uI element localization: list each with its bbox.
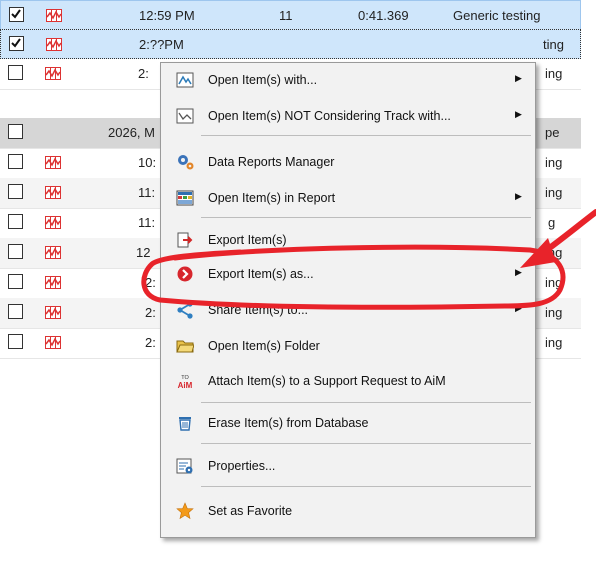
menu-item-label: Set as Favorite (208, 504, 293, 518)
menu-item-open-folder[interactable]: Open Item(s) Folder (161, 333, 535, 359)
row-checkbox[interactable] (8, 274, 23, 289)
menu-item-set-favorite[interactable]: Set as Favorite (161, 498, 535, 524)
cell-championship-fragment: ing (545, 305, 563, 320)
session-icon (46, 38, 62, 51)
menu-item-export-as[interactable]: Export Item(s) as... ▶ (161, 261, 535, 287)
session-icon (45, 156, 61, 169)
cell-time: 2: (145, 305, 156, 320)
cell-time: 11: (138, 185, 156, 200)
cell-time: 2: (145, 275, 156, 290)
menu-separator (201, 217, 531, 218)
folder-icon (176, 340, 194, 353)
menu-item-label: Open Item(s) Folder (208, 339, 320, 353)
row-checkbox[interactable] (9, 7, 24, 22)
row-checkbox[interactable] (8, 124, 23, 139)
session-icon (45, 186, 61, 199)
menu-item-label: Open Item(s) NOT Considering Track with.… (208, 109, 451, 123)
session-icon (45, 276, 61, 289)
report-icon (176, 190, 194, 206)
menu-item-label: Open Item(s) with... (208, 73, 318, 87)
cell-championship-fragment: g (548, 215, 556, 230)
submenu-arrow-icon: ▶ (515, 303, 522, 313)
cell-championship-fragment: pe (545, 125, 560, 140)
submenu-arrow-icon: ▶ (515, 191, 522, 201)
cell-championship-fragment: ting (543, 37, 564, 52)
menu-item-label: Export Item(s) (208, 233, 287, 247)
menu-item-label: Properties... (208, 459, 276, 473)
menu-item-properties[interactable]: Properties... (161, 453, 535, 479)
row-checkbox[interactable] (9, 36, 24, 51)
cell-championship-fragment: ing (545, 275, 563, 290)
menu-item-label: Share Item(s) to... (208, 303, 309, 317)
properties-icon (176, 458, 193, 474)
export-as-icon (177, 266, 193, 282)
submenu-arrow-icon: ▶ (515, 109, 522, 119)
session-icon (46, 9, 62, 22)
cell-time: 2: (145, 335, 156, 350)
cell-time: 12 (136, 245, 151, 260)
menu-item-share[interactable]: Share Item(s) to... ▶ (161, 297, 535, 323)
row-checkbox[interactable] (8, 304, 23, 319)
menu-item-label: Export Item(s) as... (208, 267, 314, 281)
context-menu: Open Item(s) with... ▶ Open Item(s) NOT … (160, 62, 536, 538)
cell-championship-fragment: ing (545, 335, 563, 350)
row-checkbox[interactable] (8, 214, 23, 229)
gears-icon (178, 155, 194, 170)
share-icon (177, 301, 193, 319)
cell-laps: 11 (279, 8, 293, 23)
session-icon (45, 67, 61, 80)
cell-championship-fragment: ing (545, 155, 563, 170)
cell-championship-fragment: ing (545, 66, 563, 81)
menu-item-export[interactable]: Export Item(s) (161, 227, 535, 253)
cell-time: 11: (138, 215, 156, 230)
menu-item-label: Attach Item(s) to a Support Request to A… (208, 374, 446, 388)
aim-icon: TO AiM (178, 375, 193, 390)
row-checkbox[interactable] (8, 154, 23, 169)
menu-item-erase[interactable]: Erase Item(s) from Database (161, 410, 535, 436)
menu-item-open-with[interactable]: Open Item(s) with... ▶ (161, 67, 535, 93)
session-icon (45, 216, 61, 229)
menu-item-open-not-considering-track[interactable]: Open Item(s) NOT Considering Track with.… (161, 103, 535, 129)
row-checkbox[interactable] (8, 65, 23, 80)
session-icon (45, 246, 61, 259)
row-checkbox[interactable] (8, 184, 23, 199)
group-date: 2026, M (108, 125, 155, 140)
cell-championship-fragment: ing (545, 245, 563, 260)
submenu-arrow-icon: ▶ (515, 73, 522, 83)
cell-time: 2: (138, 66, 149, 81)
aim-icon-bottom-text: AiM (178, 381, 193, 390)
cell-championship: Generic testing (453, 8, 541, 23)
export-icon (177, 232, 193, 248)
session-icon (45, 306, 61, 319)
menu-item-label: Open Item(s) in Report (208, 191, 336, 205)
cell-best-lap: 0:41.369 (358, 8, 409, 23)
cell-time: 10: (138, 155, 157, 170)
menu-item-open-in-report[interactable]: Open Item(s) in Report ▶ (161, 185, 535, 211)
cell-championship-fragment: ing (545, 185, 563, 200)
menu-separator (201, 443, 531, 444)
menu-item-label: Data Reports Manager (208, 155, 335, 169)
table-row[interactable]: 12:59 PM 11 0:41.369 Generic testing (0, 0, 581, 30)
menu-separator (201, 486, 531, 487)
trash-icon (179, 417, 191, 431)
star-icon (176, 502, 194, 520)
open-with-icon (176, 72, 194, 88)
menu-item-attach-support-request[interactable]: TO AiM Attach Item(s) to a Support Reque… (161, 368, 535, 394)
menu-item-label: Erase Item(s) from Database (208, 416, 369, 430)
menu-separator (201, 135, 531, 136)
open-no-track-icon (176, 108, 194, 124)
session-icon (45, 336, 61, 349)
row-checkbox[interactable] (8, 334, 23, 349)
row-checkbox[interactable] (8, 244, 23, 259)
table-row[interactable]: 2:??PM ting (0, 29, 581, 59)
cell-time: 12:59 PM (139, 8, 195, 23)
menu-item-data-reports-manager[interactable]: Data Reports Manager (161, 149, 535, 175)
submenu-arrow-icon: ▶ (515, 267, 522, 277)
menu-separator (201, 402, 531, 403)
cell-time: 2:??PM (139, 37, 184, 52)
